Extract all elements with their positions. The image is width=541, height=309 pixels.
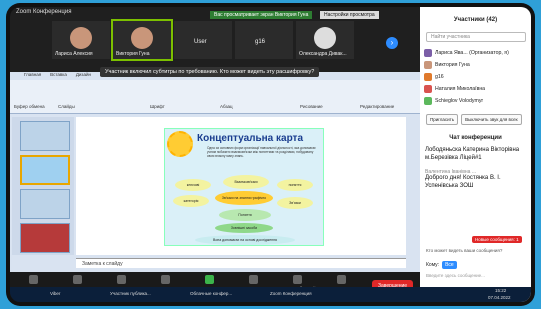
participant-list: Лариса Ява... (Организатор, я) Виктория … [424, 47, 528, 107]
participant-video [70, 27, 92, 49]
participant-actions: Пригласить Выключить звук для всех [426, 114, 522, 125]
current-slide[interactable]: Концептуальна карта Одна из основних фор… [164, 128, 324, 246]
participant-name: g16 [435, 74, 444, 80]
device-frame: Zoom Конференция Вас просматривает экран… [6, 3, 535, 306]
tile-name: Олександра Дивак... [299, 51, 347, 57]
participant-video [314, 27, 336, 49]
concept-bubble: Зв'язки на знання графічно [215, 191, 273, 205]
tab-insert[interactable]: Вставка [50, 72, 67, 77]
avatar [424, 97, 432, 105]
taskbar: Viber Участник публика... Облачные конфе… [10, 287, 531, 302]
video-tile[interactable]: g16 [235, 21, 293, 59]
subtitle-notice[interactable]: Участник включил субтитры по требованию.… [100, 67, 320, 77]
video-tile[interactable]: Олександра Дивак... [296, 21, 354, 59]
slide-stage: Концептуальна карта Одна из основних фор… [76, 117, 406, 255]
taskbar-item[interactable]: Участник публика... [110, 291, 151, 296]
to-label: Кому: [426, 262, 440, 268]
participant-video [131, 27, 153, 49]
chat-title: Чат конференции [449, 135, 502, 141]
tile-name: User [194, 39, 207, 45]
tile-name: g16 [255, 39, 266, 45]
tile-name: Лариса Алексия [55, 51, 93, 57]
view-options-button[interactable]: Настройки просмотра [320, 11, 379, 19]
ribbon-group-drawing: Рисование [300, 104, 323, 109]
slide-description: Одна из основних форм організації навчал… [207, 146, 316, 158]
video-tile[interactable]: Лариса Алексия [52, 21, 110, 59]
participant-name: Наталия Миколаївна [435, 86, 486, 92]
who-can-see-link[interactable]: Кто может видеть ваши сообщения? [426, 248, 502, 253]
video-icon [72, 275, 82, 284]
participants-icon [160, 275, 170, 284]
chat-input[interactable]: Введите здесь сообщение... [426, 273, 485, 278]
participant-row[interactable]: Schieglov Volodymyr [424, 95, 528, 107]
participants-title: Участники (42) [453, 17, 498, 23]
participant-row[interactable]: Наталия Миколаївна [424, 83, 528, 95]
whiteboard-icon [292, 275, 302, 284]
slide-title: Концептуальна карта [197, 133, 304, 144]
video-tile[interactable]: User [174, 21, 232, 59]
avatar [424, 61, 432, 69]
slide-thumbnail-selected[interactable] [20, 155, 70, 185]
microphone-icon [28, 275, 38, 284]
powerpoint-window: Главная Вставка Дизайн Анимация Показ сл… [10, 72, 420, 272]
new-message-badge[interactable]: Новые сообщения: 1 [472, 236, 522, 243]
concept-bubble: Зв'язки [277, 197, 313, 209]
slide-notes[interactable]: Заметка к слайду [76, 258, 406, 268]
concept-bubble: Поняття [219, 209, 271, 221]
slide-thumbnail[interactable] [20, 223, 70, 253]
participant-name: Лариса Ява... (Организатор, я) [435, 50, 509, 56]
avatar [424, 85, 432, 93]
ribbon: Буфер обмена Слайды Шрифт Абзац Рисовани… [10, 80, 420, 114]
tab-home[interactable]: Главная [24, 72, 41, 77]
mute-all-button[interactable]: Выключить звук для всех [461, 114, 522, 125]
participant-row[interactable]: Виктория Гуна [424, 59, 528, 71]
concept-bubble: ключові [175, 179, 211, 191]
screen-share-banner: Вас просматривает экран Виктория Гуна [210, 11, 313, 19]
zoom-window: Zoom Конференция Вас просматривает экран… [10, 7, 531, 302]
chat-recipient: Кому: Все [426, 261, 457, 269]
avatar [424, 73, 432, 81]
participant-row[interactable]: Лариса Ява... (Организатор, я) [424, 47, 528, 59]
slide-thumbnail[interactable] [20, 121, 70, 151]
taskbar-item[interactable]: Облачные конфер... [190, 291, 232, 296]
participant-row[interactable]: g16 [424, 71, 528, 83]
side-panel: Участники (42) Найти участника Лариса Яв… [420, 7, 531, 302]
chat-messages: Лободяньска Катерина Вікторівна м.Березі… [425, 147, 529, 191]
concept-bubble: Зовнішні засоби [215, 223, 273, 233]
share-screen-icon [204, 275, 214, 284]
more-icon [336, 275, 346, 284]
chat-message: Лободяньска Катерина Вікторівна м.Березі… [425, 147, 520, 161]
slide-thumbnail[interactable] [20, 189, 70, 219]
video-strip: Лариса Алексия Виктория Гуна User g16 Ол… [52, 19, 354, 61]
concept-bubble: категорія [173, 195, 209, 207]
ribbon-group-slides: Слайды [58, 104, 75, 109]
avatar [424, 49, 432, 57]
concept-bubble: Взаємозв'язки [223, 175, 269, 189]
ribbon-group-clipboard: Буфер обмена [14, 104, 45, 109]
recipient-select[interactable]: Все [442, 261, 457, 269]
concept-bubble: поняття [277, 179, 313, 191]
shield-icon [116, 275, 126, 284]
ribbon-group-editing: Редактирование [360, 104, 395, 109]
taskbar-item[interactable]: Viber [50, 291, 60, 296]
taskbar-item[interactable]: Zoom Конференция [270, 291, 312, 296]
tab-design[interactable]: Дизайн [76, 72, 91, 77]
invite-button[interactable]: Пригласить [426, 114, 459, 125]
sun-icon [167, 131, 193, 157]
participant-name: Виктория Гуна [435, 62, 470, 68]
participant-search-input[interactable]: Найти участника [426, 32, 526, 42]
ribbon-group-font: Шрифт [150, 104, 165, 109]
concept-bubble: Вона допомагає на основі дослідження [195, 235, 295, 245]
clock-time: 15:22 [495, 288, 507, 293]
slide-thumbnails [12, 117, 74, 255]
ribbon-group-paragraph: Абзац [220, 104, 233, 109]
video-tile-active[interactable]: Виктория Гуна [111, 19, 173, 61]
apps-icon [248, 275, 258, 284]
tile-name: Виктория Гуна [116, 51, 150, 57]
clock-date: 07.04.2022 [488, 295, 511, 300]
participant-name: Schieglov Volodymyr [435, 98, 484, 104]
chat-message: Доброго дня! Костянка В. І. Успенівська … [425, 175, 501, 189]
next-page-icon[interactable]: › [386, 37, 398, 49]
